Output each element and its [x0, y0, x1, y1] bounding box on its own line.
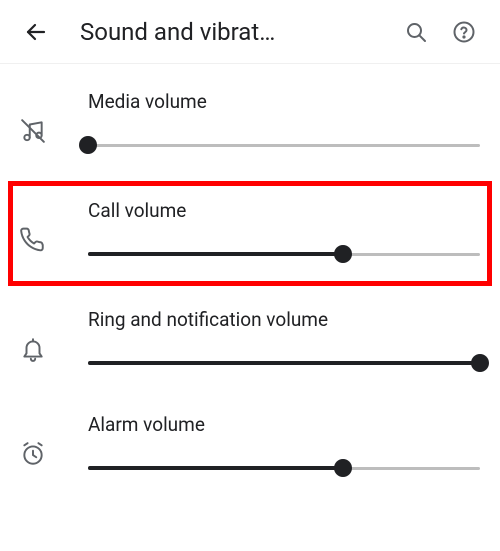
bell-icon	[20, 336, 60, 362]
alarm-icon	[20, 441, 60, 467]
ring-volume-row: Ring and notification volume	[0, 290, 500, 395]
alarm-volume-slider[interactable]	[88, 458, 480, 478]
media-volume-body: Media volume	[60, 90, 480, 155]
alarm-volume-body: Alarm volume	[60, 413, 480, 478]
alarm-volume-label: Alarm volume	[88, 413, 480, 436]
call-volume-body: Call volume	[60, 199, 480, 264]
back-button[interactable]	[16, 12, 56, 52]
app-header: Sound and vibrat…	[0, 0, 500, 64]
search-button[interactable]	[396, 12, 436, 52]
call-volume-slider[interactable]	[88, 244, 480, 264]
alarm-volume-row: Alarm volume	[0, 395, 500, 500]
page-title: Sound and vibrat…	[80, 18, 396, 46]
phone-icon	[20, 227, 60, 253]
ring-volume-label: Ring and notification volume	[88, 308, 480, 331]
call-volume-row: Call volume	[8, 181, 492, 286]
back-arrow-icon	[24, 20, 48, 44]
media-muted-icon	[20, 118, 60, 144]
header-actions	[396, 12, 484, 52]
help-button[interactable]	[444, 12, 484, 52]
help-icon	[452, 20, 476, 44]
media-volume-label: Media volume	[88, 90, 480, 113]
search-icon	[404, 20, 428, 44]
settings-list: Media volume Call volume	[0, 64, 500, 500]
media-volume-row: Media volume	[0, 72, 500, 177]
media-volume-slider[interactable]	[88, 135, 480, 155]
ring-volume-body: Ring and notification volume	[60, 308, 480, 373]
call-volume-label: Call volume	[88, 199, 480, 222]
ring-volume-slider[interactable]	[88, 353, 480, 373]
